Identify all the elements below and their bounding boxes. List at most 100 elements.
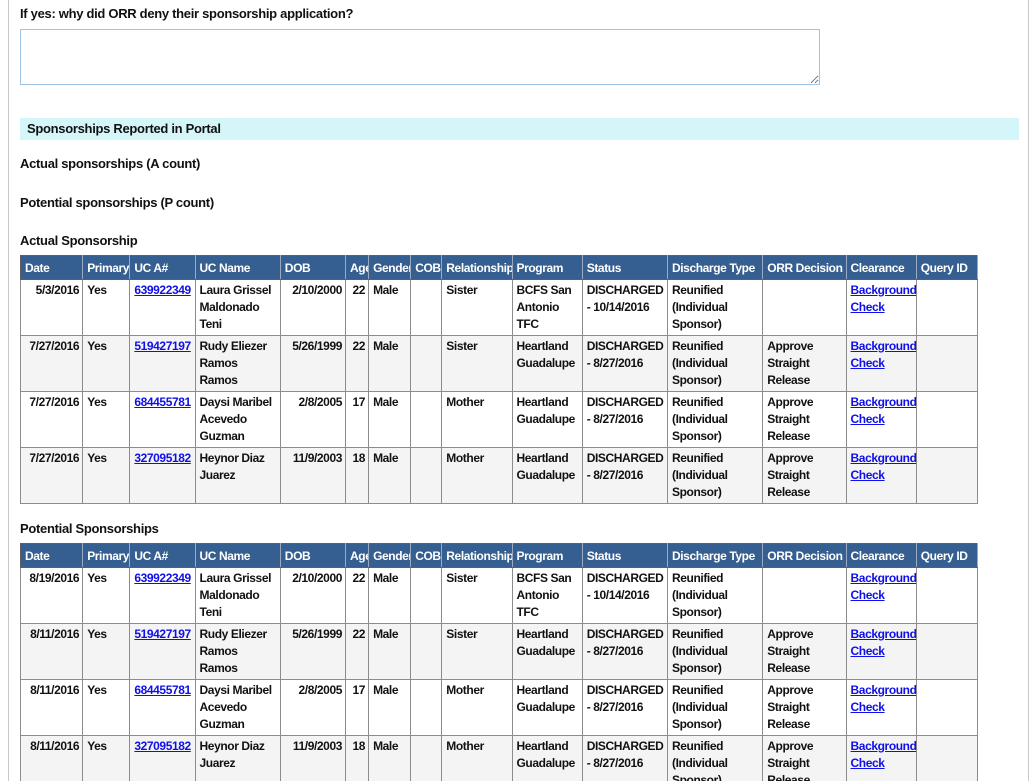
col-header-primary: Primary bbox=[82, 255, 131, 280]
dob-cell: 2/8/2005 bbox=[279, 679, 347, 736]
col-header-status: Status bbox=[582, 255, 668, 280]
col-header-discharge-type: Discharge Type bbox=[667, 543, 764, 568]
query-id-cell bbox=[915, 623, 979, 680]
dob-cell: 11/9/2003 bbox=[279, 447, 347, 504]
uc-a-number-cell: 327095182 bbox=[129, 447, 196, 504]
orr-decision-cell: Approve Straight Release bbox=[762, 447, 847, 504]
dob-cell: 5/26/1999 bbox=[279, 335, 347, 392]
date-cell: 8/11/2016 bbox=[19, 679, 84, 736]
clearance-link[interactable]: Background Check bbox=[851, 627, 916, 658]
primary-cell: Yes bbox=[82, 279, 131, 336]
col-header-query-id: Query ID bbox=[916, 255, 979, 280]
relationship-cell: Mother bbox=[441, 735, 513, 781]
col-header-orr-decision: ORR Decision bbox=[762, 255, 847, 280]
col-header-clearance: Clearance bbox=[846, 255, 917, 280]
program-cell: Heartland Guadalupe bbox=[511, 735, 583, 781]
age-cell: 18 bbox=[344, 735, 370, 781]
gender-cell: Male bbox=[368, 567, 412, 624]
status-cell: DISCHARGED - 8/27/2016 bbox=[581, 335, 668, 392]
program-cell: Heartland Guadalupe bbox=[511, 679, 583, 736]
cob-cell bbox=[410, 623, 443, 680]
status-cell: DISCHARGED - 8/27/2016 bbox=[581, 391, 668, 448]
dob-cell: 2/10/2000 bbox=[279, 279, 347, 336]
clearance-cell: Background Check bbox=[845, 623, 917, 680]
uc-name-cell: Heynor Diaz Juarez bbox=[194, 735, 281, 781]
uc-a-number-link[interactable]: 519427197 bbox=[134, 627, 191, 641]
col-header-relationship: Relationship bbox=[441, 543, 513, 568]
table-header-row: DatePrimaryUC A#UC NameDOBAgeGenderCOBRe… bbox=[20, 543, 979, 568]
table-row: 7/27/2016 Yes 519427197 Rudy Eliezer Ramos … bbox=[19, 335, 979, 392]
uc-name-cell: Daysi Maribel Acevedo Guzman bbox=[194, 679, 281, 736]
orr-deny-reason-label: If yes: why did ORR deny their sponsorsh… bbox=[20, 6, 354, 21]
dob-cell: 2/8/2005 bbox=[279, 391, 347, 448]
uc-a-number-link[interactable]: 684455781 bbox=[134, 395, 191, 409]
discharge-type-cell: Reunified (Individual Sponsor) bbox=[666, 735, 764, 781]
clearance-cell: Background Check bbox=[845, 447, 917, 504]
col-header-relationship: Relationship bbox=[441, 255, 513, 280]
date-cell: 5/3/2016 bbox=[19, 279, 84, 336]
orr-deny-reason-textarea[interactable] bbox=[20, 29, 820, 85]
uc-a-number-cell: 519427197 bbox=[129, 623, 196, 680]
col-header-discharge-type: Discharge Type bbox=[667, 255, 764, 280]
clearance-cell: Background Check bbox=[845, 391, 917, 448]
col-header-program: Program bbox=[512, 543, 583, 568]
status-cell: DISCHARGED - 8/27/2016 bbox=[581, 623, 668, 680]
clearance-link[interactable]: Background Check bbox=[851, 571, 916, 602]
uc-a-number-link[interactable]: 639922349 bbox=[134, 571, 191, 585]
table-row: 8/11/2016 Yes 684455781 Daysi Maribel Aceve… bbox=[19, 679, 979, 736]
orr-decision-cell: Approve Straight Release bbox=[762, 335, 847, 392]
col-header-orr-decision: ORR Decision bbox=[762, 543, 847, 568]
col-header-gender: Gender bbox=[368, 543, 412, 568]
age-cell: 17 bbox=[344, 679, 370, 736]
gender-cell: Male bbox=[368, 623, 412, 680]
dob-cell: 2/10/2000 bbox=[279, 567, 347, 624]
uc-a-number-link[interactable]: 327095182 bbox=[134, 739, 191, 753]
clearance-cell: Background Check bbox=[845, 335, 917, 392]
discharge-type-cell: Reunified (Individual Sponsor) bbox=[666, 679, 764, 736]
section-header-sponsorships-reported-in-portal: Sponsorships Reported in Portal bbox=[20, 118, 1019, 140]
clearance-link[interactable]: Background Check bbox=[851, 683, 916, 714]
clearance-link[interactable]: Background Check bbox=[851, 339, 916, 370]
uc-a-number-link[interactable]: 519427197 bbox=[134, 339, 191, 353]
page-right-border bbox=[1028, 0, 1029, 781]
date-cell: 7/27/2016 bbox=[19, 447, 84, 504]
col-header-program: Program bbox=[512, 255, 583, 280]
uc-a-number-cell: 684455781 bbox=[129, 391, 196, 448]
uc-name-cell: Laura Grissel Maldonado Teni bbox=[194, 567, 281, 624]
orr-decision-cell bbox=[762, 567, 847, 624]
discharge-type-cell: Reunified (Individual Sponsor) bbox=[666, 279, 764, 336]
col-header-age: Age bbox=[345, 255, 370, 280]
cob-cell bbox=[410, 335, 443, 392]
status-cell: DISCHARGED - 8/27/2016 bbox=[581, 679, 668, 736]
discharge-type-cell: Reunified (Individual Sponsor) bbox=[666, 335, 764, 392]
uc-a-number-link[interactable]: 639922349 bbox=[134, 283, 191, 297]
uc-a-number-link[interactable]: 684455781 bbox=[134, 683, 191, 697]
clearance-cell: Background Check bbox=[845, 567, 917, 624]
actual-sponsorship-table: DatePrimaryUC A#UC NameDOBAgeGenderCOBRe… bbox=[19, 255, 979, 504]
clearance-link[interactable]: Background Check bbox=[851, 283, 916, 314]
col-header-clearance: Clearance bbox=[846, 543, 917, 568]
date-cell: 8/11/2016 bbox=[19, 623, 84, 680]
clearance-link[interactable]: Background Check bbox=[851, 395, 916, 426]
col-header-query-id: Query ID bbox=[916, 543, 979, 568]
col-header-status: Status bbox=[582, 543, 668, 568]
uc-name-cell: Rudy Eliezer Ramos Ramos bbox=[194, 623, 281, 680]
col-header-uc-a-number: UC A# bbox=[129, 543, 196, 568]
table-header-row: DatePrimaryUC A#UC NameDOBAgeGenderCOBRe… bbox=[20, 255, 979, 280]
age-cell: 17 bbox=[344, 391, 370, 448]
age-cell: 22 bbox=[344, 567, 370, 624]
uc-a-number-link[interactable]: 327095182 bbox=[134, 451, 191, 465]
program-cell: BCFS San Antonio TFC bbox=[511, 567, 583, 624]
actual-sponsorships-count-label: Actual sponsorships (A count) bbox=[20, 156, 201, 171]
age-cell: 22 bbox=[344, 335, 370, 392]
age-cell: 22 bbox=[344, 279, 370, 336]
clearance-link[interactable]: Background Check bbox=[851, 451, 916, 482]
relationship-cell: Sister bbox=[441, 623, 513, 680]
clearance-link[interactable]: Background Check bbox=[851, 739, 916, 770]
primary-cell: Yes bbox=[82, 735, 131, 781]
program-cell: Heartland Guadalupe bbox=[511, 623, 583, 680]
clearance-cell: Background Check bbox=[845, 279, 917, 336]
orr-decision-cell: Approve Straight Release bbox=[762, 391, 847, 448]
gender-cell: Male bbox=[368, 391, 412, 448]
orr-decision-cell: Approve Straight Release bbox=[762, 623, 847, 680]
